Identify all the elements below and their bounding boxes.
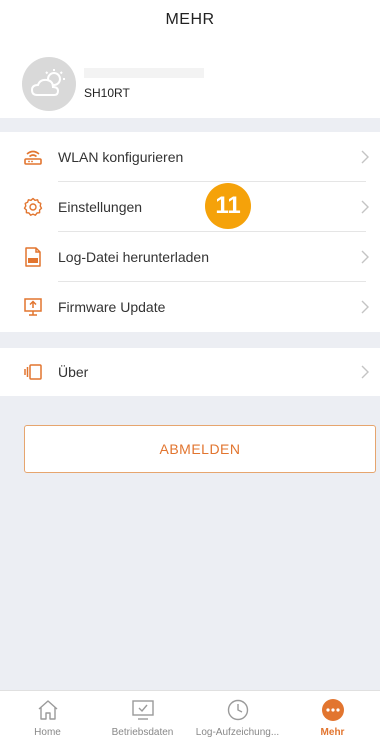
top-header: MEHR — [0, 0, 380, 40]
tab-home[interactable]: Home — [0, 691, 95, 742]
chevron-right-icon — [361, 365, 369, 379]
monitor-check-icon — [130, 697, 156, 723]
menu-item-settings[interactable]: Einstellungen — [0, 182, 380, 232]
page-title: MEHR — [165, 11, 215, 28]
cloud-sun-icon — [30, 69, 65, 96]
menu-item-log-download[interactable]: Log-Datei herunterladen — [0, 232, 380, 282]
gear-icon — [22, 196, 44, 218]
log-file-icon — [22, 246, 44, 268]
menu-item-label: WLAN konfigurieren — [58, 149, 184, 165]
tab-label: Betriebsdaten — [111, 727, 174, 738]
logout-button[interactable]: ABMELDEN — [24, 425, 376, 473]
menu-item-about[interactable]: Über — [0, 348, 380, 396]
menu-item-wlan[interactable]: WLAN konfigurieren — [0, 132, 380, 182]
device-name: SH10RT — [84, 86, 130, 100]
tab-label: Log-Aufzeichung... — [195, 727, 280, 738]
bottom-tab-bar: Home Betriebsdaten Log-Aufzeichung... Me… — [0, 690, 380, 742]
menu-item-firmware-update[interactable]: Firmware Update — [0, 282, 380, 332]
chevron-right-icon — [361, 200, 369, 214]
chevron-right-icon — [361, 300, 369, 314]
menu-item-label: Über — [58, 364, 89, 380]
tab-betriebsdaten[interactable]: Betriebsdaten — [95, 691, 190, 742]
about-menu: Über — [0, 348, 380, 396]
firmware-upload-icon — [22, 296, 44, 318]
menu-item-label: Firmware Update — [58, 299, 166, 315]
chevron-right-icon — [361, 150, 369, 164]
chevron-right-icon — [361, 250, 369, 264]
settings-menu: WLAN konfigurieren Einstellungen Log-Dat… — [0, 132, 380, 332]
step-number-badge: 11 — [205, 183, 251, 229]
more-dots-icon — [320, 697, 346, 723]
tab-mehr[interactable]: Mehr — [285, 691, 380, 742]
device-avatar — [22, 57, 76, 111]
device-profile[interactable]: SH10RT — [0, 40, 380, 118]
tab-label: Home — [34, 727, 61, 738]
clock-icon — [225, 697, 251, 723]
about-icon — [22, 361, 44, 383]
tab-log-aufzeichnung[interactable]: Log-Aufzeichung... — [190, 691, 285, 742]
redacted-text — [84, 68, 204, 78]
home-icon — [35, 697, 61, 723]
tab-label: Mehr — [320, 727, 345, 738]
menu-item-label: Log-Datei herunterladen — [58, 249, 209, 265]
logout-label: ABMELDEN — [159, 441, 241, 457]
router-icon — [22, 146, 44, 168]
